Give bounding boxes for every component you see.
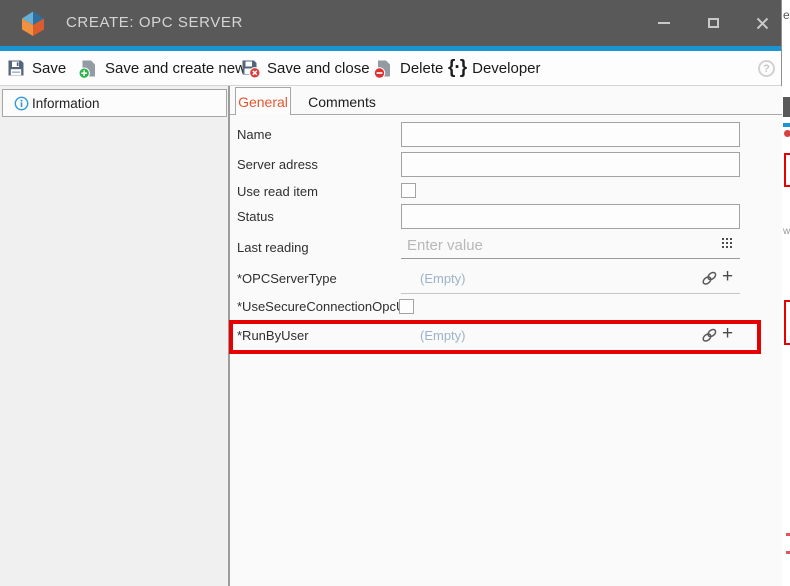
save-and-create-new-icon — [78, 58, 99, 79]
opcservertype-underline — [401, 293, 740, 294]
last-reading-placeholder[interactable]: Enter value — [407, 237, 483, 254]
background-app-dark-block — [783, 97, 790, 117]
save-button[interactable]: Save — [6, 53, 66, 83]
background-app-text: e — [783, 8, 790, 22]
runbyuser-label: *RunByUser — [237, 328, 309, 344]
developer-button[interactable]: {·} Developer — [448, 53, 541, 83]
sidebar: Information — [0, 86, 228, 586]
usesecureconnectionopcua-label: *UseSecureConnectionOpcUA — [237, 299, 414, 315]
opcservertype-label: *OPCServerType — [237, 271, 337, 287]
save-and-create-new-button[interactable]: Save and create new — [78, 53, 246, 83]
information-panel-header[interactable]: Information — [2, 89, 227, 117]
last-reading-underline — [401, 258, 740, 259]
background-app-red-box-2 — [784, 300, 790, 345]
help-icon: ? — [763, 63, 770, 75]
runbyuser-plus-icon[interactable]: + — [722, 326, 733, 342]
use-read-item-checkbox[interactable] — [401, 183, 416, 198]
delete-button[interactable]: Delete — [373, 53, 443, 83]
save-and-close-button[interactable]: Save and close — [240, 53, 370, 83]
background-app-red-tick-2 — [786, 551, 790, 554]
save-floppy-icon — [6, 58, 26, 78]
minimize-icon — [658, 22, 670, 24]
close-button[interactable] — [750, 11, 774, 35]
status-input[interactable] — [401, 204, 740, 229]
opcservertype-empty-value: (Empty) — [420, 271, 466, 286]
background-app-red-tick-1 — [786, 533, 790, 536]
runbyuser-link-icon[interactable] — [701, 327, 718, 344]
use-read-item-label: Use read item — [237, 184, 318, 200]
save-and-create-new-label: Save and create new — [105, 60, 246, 77]
maximize-icon — [708, 18, 719, 28]
minimize-button[interactable] — [652, 11, 676, 35]
tab-comments[interactable]: Comments — [292, 87, 392, 116]
server-adress-input[interactable] — [401, 152, 740, 177]
main-area: General Comments Name Server adress Use … — [230, 86, 782, 586]
delete-label: Delete — [400, 60, 443, 77]
save-and-close-label: Save and close — [267, 60, 370, 77]
titlebar: CREATE: OPC SERVER — [0, 0, 781, 46]
app-logo-cube-icon — [20, 10, 46, 36]
developer-braces-icon: {·} — [448, 58, 466, 78]
window-controls — [627, 0, 774, 46]
background-app-red-box-1 — [784, 153, 790, 187]
dialog-window: CREATE: OPC SERVER Save — [0, 0, 782, 586]
background-app-text-2: w — [783, 226, 790, 237]
info-icon — [14, 96, 29, 111]
server-adress-label: Server adress — [237, 157, 318, 173]
grid-dots-icon[interactable] — [722, 238, 732, 248]
name-label: Name — [237, 127, 272, 143]
status-label: Status — [237, 209, 274, 225]
background-app-accent — [783, 123, 790, 127]
save-label: Save — [32, 60, 66, 77]
name-input[interactable] — [401, 122, 740, 147]
tab-comments-label: Comments — [308, 94, 376, 110]
help-button[interactable]: ? — [758, 60, 775, 77]
toolbar: Save Save and create new Save and close — [0, 51, 781, 86]
developer-label: Developer — [472, 60, 540, 77]
last-reading-label: Last reading — [237, 240, 309, 256]
window-title: CREATE: OPC SERVER — [66, 0, 243, 46]
close-icon — [756, 17, 769, 30]
tab-general[interactable]: General — [235, 87, 291, 115]
delete-icon — [373, 58, 394, 79]
information-panel-label: Information — [32, 96, 100, 111]
usesecureconnectionopcua-checkbox[interactable] — [399, 299, 414, 314]
opcservertype-plus-icon[interactable]: + — [722, 269, 733, 285]
runbyuser-empty-value: (Empty) — [420, 328, 466, 343]
opcservertype-link-icon[interactable] — [701, 270, 718, 287]
background-app-red-icon — [784, 130, 790, 137]
maximize-button[interactable] — [701, 11, 725, 35]
save-and-close-icon — [240, 58, 261, 79]
tab-general-label: General — [238, 94, 288, 110]
